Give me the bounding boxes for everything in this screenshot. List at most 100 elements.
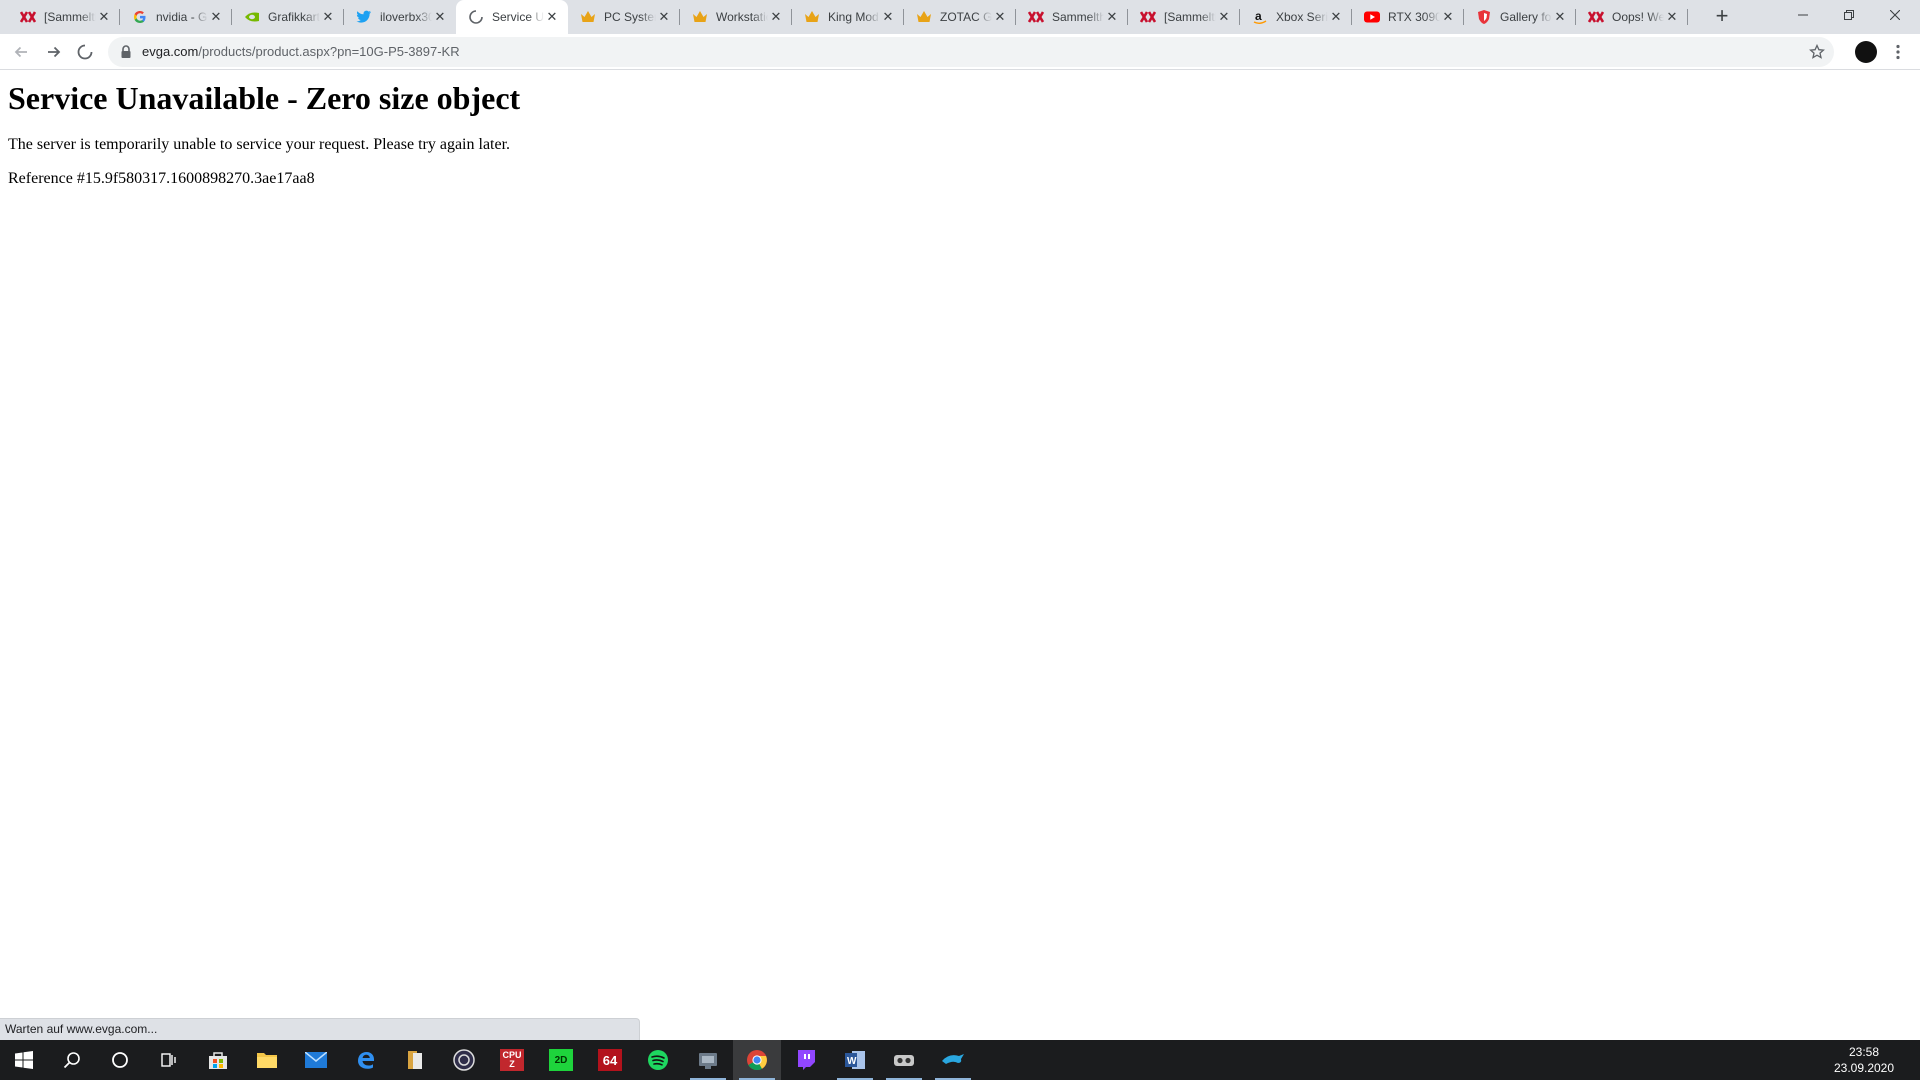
tab-close-icon[interactable]: ✕ bbox=[768, 9, 784, 25]
tab-king-mod[interactable]: King Mod ✕ bbox=[792, 0, 904, 34]
taskbar-file-explorer[interactable] bbox=[243, 1040, 291, 1080]
tab-close-icon[interactable]: ✕ bbox=[992, 9, 1008, 25]
edge-icon bbox=[354, 1048, 378, 1072]
tab-title: RTX 3090 bbox=[1388, 10, 1440, 24]
taskbar-obs[interactable] bbox=[440, 1040, 488, 1080]
gpu-monitor-icon: 2D bbox=[549, 1049, 573, 1071]
task-view-button[interactable] bbox=[144, 1040, 192, 1080]
tab-close-icon[interactable]: ✕ bbox=[320, 9, 336, 25]
nvidia-icon bbox=[244, 9, 260, 25]
taskbar-mail[interactable] bbox=[292, 1040, 340, 1080]
start-button[interactable] bbox=[0, 1040, 48, 1080]
cortana-button[interactable] bbox=[96, 1040, 144, 1080]
taskbar-gpu-monitor[interactable]: 2D bbox=[537, 1040, 585, 1080]
taskbar-cpuz[interactable]: CPU Z bbox=[488, 1040, 536, 1080]
tab-zotac[interactable]: ZOTAC GAMING ✕ bbox=[904, 0, 1016, 34]
tab-youtube-rtx[interactable]: RTX 3090 ✕ bbox=[1352, 0, 1464, 34]
taskbar-store[interactable] bbox=[194, 1040, 242, 1080]
red-xx-icon bbox=[20, 9, 36, 25]
tab-title: Grafikkarten bbox=[268, 10, 320, 24]
word-icon: W bbox=[843, 1048, 867, 1072]
tab-close-icon[interactable]: ✕ bbox=[544, 9, 560, 25]
taskbar-search-button[interactable] bbox=[48, 1040, 96, 1080]
taskbar-chrome[interactable] bbox=[733, 1040, 781, 1080]
stop-loading-button[interactable] bbox=[71, 38, 99, 66]
tab-title: King Mod bbox=[828, 10, 879, 24]
aida64-icon: 64 bbox=[598, 1049, 622, 1071]
tab-close-icon[interactable]: ✕ bbox=[880, 9, 896, 25]
taskbar-twitch[interactable] bbox=[782, 1040, 830, 1080]
svg-text:W: W bbox=[847, 1056, 857, 1067]
tab-close-icon[interactable]: ✕ bbox=[1552, 9, 1568, 25]
crown-icon bbox=[804, 9, 820, 25]
tab-close-icon[interactable]: ✕ bbox=[208, 9, 224, 25]
tab-title: PC Systeme bbox=[604, 10, 656, 24]
tab-twitter[interactable]: iloverbx3090 ✕ bbox=[344, 0, 456, 34]
google-icon bbox=[132, 9, 148, 25]
restore-button[interactable] bbox=[1826, 0, 1872, 30]
taskbar-vr[interactable] bbox=[880, 1040, 928, 1080]
address-bar[interactable]: evga.com/products/product.aspx?pn=10G-P5… bbox=[108, 37, 1834, 67]
url-text[interactable]: evga.com/products/product.aspx?pn=10G-P5… bbox=[142, 44, 460, 59]
twitch-icon bbox=[794, 1048, 818, 1072]
tab-close-icon[interactable]: ✕ bbox=[1216, 9, 1232, 25]
search-icon bbox=[60, 1048, 84, 1072]
tab-close-icon[interactable]: ✕ bbox=[656, 9, 672, 25]
tab-workstation[interactable]: Workstation ✕ bbox=[680, 0, 792, 34]
store-icon bbox=[206, 1048, 230, 1072]
tab-title: [Sammelthread] bbox=[1164, 10, 1216, 24]
tab-sammelthread-1[interactable]: [Sammelthread] ✕ bbox=[8, 0, 120, 34]
tab-gallery[interactable]: Gallery for ✕ bbox=[1464, 0, 1576, 34]
tab-sammelthread-3[interactable]: [Sammelthread] ✕ bbox=[1128, 0, 1240, 34]
page-heading: Service Unavailable - Zero size object bbox=[8, 80, 521, 116]
system-clock[interactable]: 23:58 23.09.2020 bbox=[1824, 1044, 1904, 1076]
error-message: The server is temporarily unable to serv… bbox=[8, 136, 511, 153]
window-close-button[interactable] bbox=[1872, 0, 1918, 30]
tab-close-icon[interactable]: ✕ bbox=[1104, 9, 1120, 25]
tab-grafikkarten[interactable]: Grafikkarten ✕ bbox=[232, 0, 344, 34]
reference-id: Reference #15.9f580317.1600898270.3ae17a… bbox=[8, 170, 315, 187]
tab-sammelthread-2[interactable]: Sammelthread ✕ bbox=[1016, 0, 1128, 34]
tab-amazon-xbox[interactable]: a Xbox Series ✕ bbox=[1240, 0, 1352, 34]
menu-dots-icon[interactable] bbox=[1886, 39, 1910, 65]
mail-icon bbox=[304, 1048, 328, 1072]
tab-close-icon[interactable]: ✕ bbox=[1664, 9, 1680, 25]
tab-close-icon[interactable]: ✕ bbox=[432, 9, 448, 25]
taskbar-word[interactable]: W bbox=[831, 1040, 879, 1080]
tab-title: Xbox Series bbox=[1276, 10, 1328, 24]
clock-date: 23.09.2020 bbox=[1833, 1061, 1895, 1075]
minimize-button[interactable] bbox=[1780, 0, 1826, 30]
tab-google-nvidia[interactable]: nvidia - Google ✕ bbox=[120, 0, 232, 34]
chrome-icon bbox=[745, 1048, 769, 1072]
tab-close-icon[interactable]: ✕ bbox=[1440, 9, 1456, 25]
tab-title: Gallery for bbox=[1500, 10, 1552, 24]
tab-pc-systeme[interactable]: PC Systeme ✕ bbox=[568, 0, 680, 34]
taskbar-spotify[interactable] bbox=[634, 1040, 682, 1080]
forward-button[interactable] bbox=[40, 38, 68, 66]
loading-status-bar: Warten auf www.evga.com... bbox=[0, 1018, 640, 1040]
tab-strip: [Sammelthread] ✕ nvidia - Google ✕ Grafi… bbox=[0, 0, 1920, 34]
taskbar-files[interactable] bbox=[391, 1040, 439, 1080]
new-tab-button[interactable]: + bbox=[1710, 5, 1734, 29]
tab-title: Service Unavailable bbox=[492, 10, 544, 24]
svg-text:a: a bbox=[1255, 9, 1262, 23]
device-icon bbox=[696, 1048, 720, 1072]
tab-service-unavailable[interactable]: Service Unavailable ✕ bbox=[456, 0, 568, 34]
crown-icon bbox=[580, 9, 596, 25]
profile-avatar[interactable] bbox=[1855, 41, 1877, 63]
lock-icon[interactable] bbox=[120, 45, 132, 59]
tab-title: iloverbx3090 bbox=[380, 10, 432, 24]
tab-title: ZOTAC GAMING bbox=[940, 10, 992, 24]
taskbar-device[interactable] bbox=[684, 1040, 732, 1080]
back-button[interactable] bbox=[7, 38, 35, 66]
taskbar-dolphin[interactable] bbox=[929, 1040, 977, 1080]
cpuz-icon: CPU Z bbox=[500, 1049, 524, 1071]
taskbar-edge[interactable] bbox=[342, 1040, 390, 1080]
browser-toolbar: evga.com/products/product.aspx?pn=10G-P5… bbox=[0, 34, 1920, 70]
tab-oops[interactable]: Oops! We ✕ bbox=[1576, 0, 1688, 34]
tab-close-icon[interactable]: ✕ bbox=[96, 9, 112, 25]
taskbar-aida64[interactable]: 64 bbox=[586, 1040, 634, 1080]
tab-close-icon[interactable]: ✕ bbox=[1328, 9, 1344, 25]
tab-title: [Sammelthread] bbox=[44, 10, 96, 24]
bookmark-star-icon[interactable] bbox=[1806, 41, 1828, 63]
